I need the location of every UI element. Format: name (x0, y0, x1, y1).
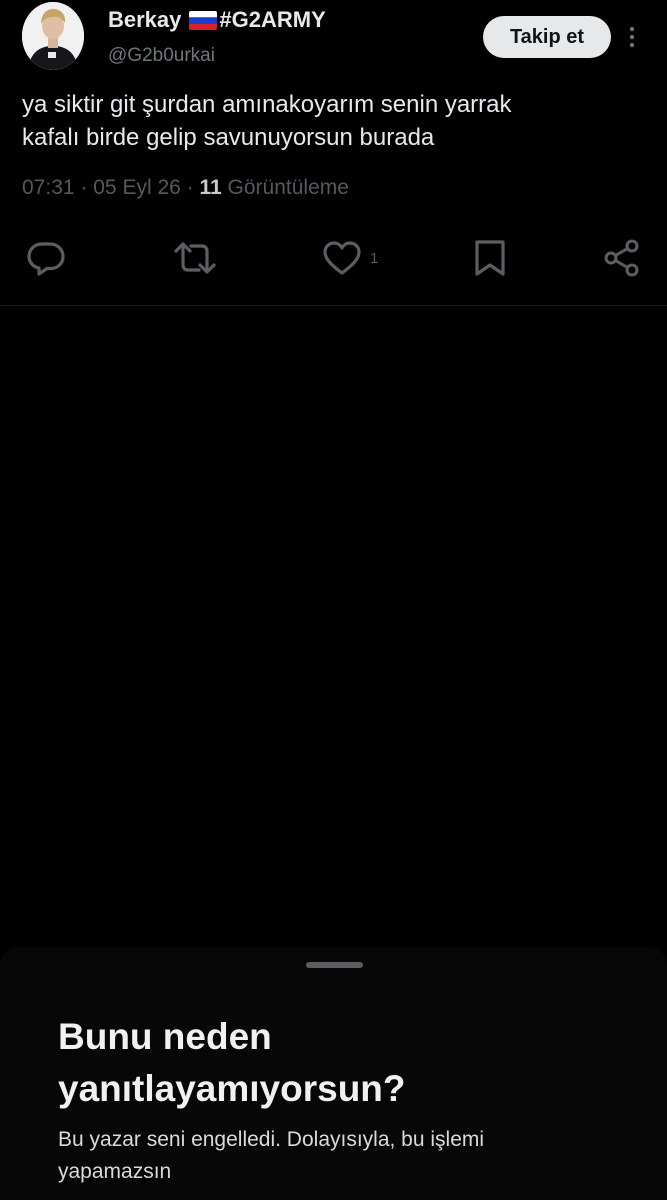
tweet-time[interactable]: 07:31 (22, 176, 75, 199)
bookmark-button[interactable] (472, 236, 508, 280)
more-options-icon[interactable] (624, 24, 640, 50)
share-button[interactable] (603, 236, 641, 280)
like-button[interactable]: 1 (322, 236, 378, 280)
tweet-actions: 1 (0, 236, 667, 280)
tweet-text: ya siktir git şurdan amınakoyarım senin … (22, 88, 642, 154)
sheet-message: Bu yazar seni engelledi. Dolayısıyla, bu… (58, 1124, 618, 1188)
views-label[interactable]: Görüntüleme (228, 176, 349, 199)
sheet-title: Bunu neden yanıtlayamıyorsun? (58, 1011, 618, 1115)
author-name[interactable]: Berkay (108, 6, 181, 34)
sheet-title-line: Bunu neden (58, 1016, 272, 1057)
bookmark-icon (475, 240, 505, 276)
meta-separator: · (80, 176, 88, 199)
reply-icon (27, 242, 65, 276)
author-hashtag[interactable]: #G2ARMY (219, 6, 325, 34)
avatar[interactable] (22, 2, 84, 70)
reply-button[interactable] (26, 236, 66, 280)
sheet-message-line: yapamazsın (58, 1160, 172, 1183)
sheet-title-line: yanıtlayamıyorsun? (58, 1068, 406, 1109)
heart-icon (323, 241, 361, 275)
like-count: 1 (370, 249, 379, 267)
sheet-drag-handle[interactable] (306, 962, 363, 968)
russia-flag-icon (189, 10, 218, 30)
tweet-meta: 07:31 · 05 Eyl 26 · 11 Görüntüleme (22, 174, 349, 202)
tweet: Berkay #G2ARMY @G2b0urkai Takip et ya si… (0, 0, 667, 306)
tweet-text-line: ya siktir git şurdan amınakoyarım senin … (22, 91, 512, 118)
meta-separator: · (186, 176, 194, 199)
tweet-date[interactable]: 05 Eyl 26 (93, 176, 181, 199)
sheet-message-line: Bu yazar seni engelledi. Dolayısıyla, bu… (58, 1128, 485, 1151)
retweet-icon (174, 242, 216, 274)
follow-button[interactable]: Takip et (483, 16, 611, 58)
tweet-text-line: kafalı birde gelip savunuyorsun burada (22, 124, 435, 151)
author-name-line[interactable]: Berkay #G2ARMY (108, 6, 326, 34)
share-icon (604, 239, 639, 277)
views-count[interactable]: 11 (200, 176, 222, 199)
retweet-button[interactable] (173, 236, 217, 280)
blocked-reply-sheet: Bunu neden yanıtlayamıyorsun? Bu yazar s… (0, 947, 667, 1200)
author-handle[interactable]: @G2b0urkai (108, 44, 215, 68)
